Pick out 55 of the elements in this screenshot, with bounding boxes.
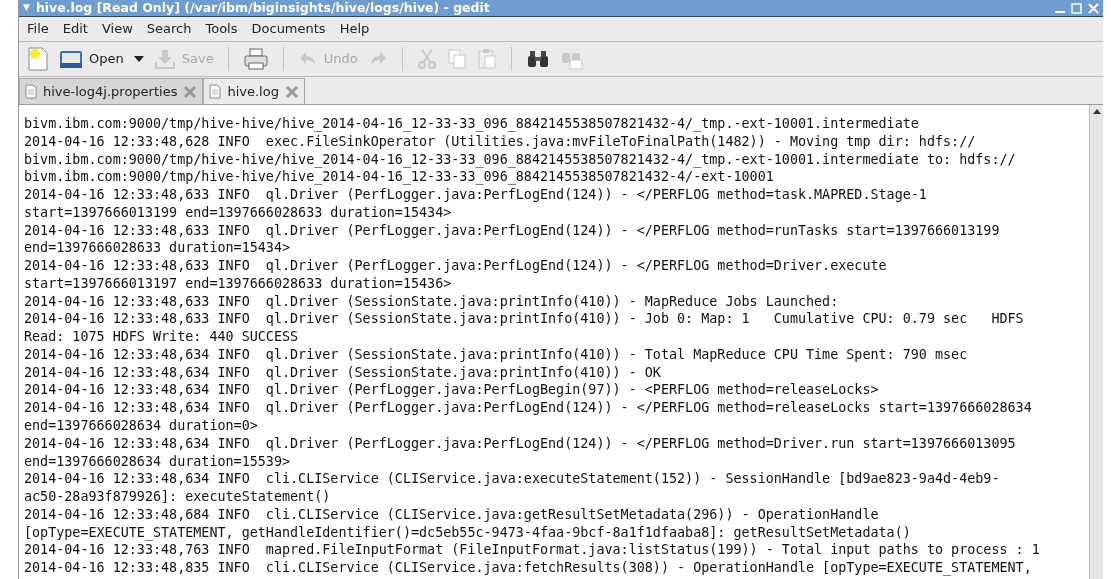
folder-icon xyxy=(59,48,83,70)
menu-item[interactable]: Edit xyxy=(62,19,88,39)
log-line: 2014-04-16 12:33:48,633 INFO ql.Driver (PerfLogger.java:PerfLogEnd(124)) - </PERFLOG method=task.MAPRED.Stage-1 xyxy=(24,186,927,204)
close-tab-icon[interactable] xyxy=(183,84,198,99)
log-line: 2014-04-16 12:33:48,628 INFO exec.FileSinkOperator (Utilities.java:mvFileToFinalPath(1482)) - Moving tmp dir: hdfs:// xyxy=(24,132,976,151)
menu-item[interactable]: File xyxy=(27,19,49,39)
scrollbar[interactable] xyxy=(1089,105,1103,579)
log-line: end=1397666028633 duration=15434> xyxy=(24,239,291,258)
open-button[interactable]: Open xyxy=(57,45,126,73)
log-line: 2014-04-16 12:33:48,633 INFO ql.Driver (PerfLogger.java:PerfLogEnd(124)) - </PERFLOG method=runTasks start=1397666013199 xyxy=(24,221,1000,240)
menu-item[interactable]: View xyxy=(101,19,133,39)
log-line: bivm.ibm.com:9000/tmp/hive-hive/hive_2014-04-16_12-33-33_096_8842145538507821432-4/_tmp.-ext-10001.intermediate xyxy=(24,115,919,133)
close-icon[interactable] xyxy=(1088,2,1099,14)
printer-icon xyxy=(242,47,269,71)
log-line: 2014-04-16 12:33:48,684 INFO cli.CLIService (CLIService.java:getResultSetMetadata(296)) - OperationHandle xyxy=(24,505,879,524)
scissors-icon xyxy=(416,48,437,70)
clipboard-icon xyxy=(476,48,497,70)
log-line: end=1397666028634 duration=0> xyxy=(24,417,258,435)
menu-item[interactable]: Tools xyxy=(205,19,238,39)
log-line: 2014-04-16 12:33:48,835 INFO cli.CLIService (CLIService.java:fetchResults(308)) - OperationHandle [opType=EXECUTE_STATEMENT, xyxy=(24,559,1032,577)
menu-item[interactable]: Documents xyxy=(251,19,326,39)
log-line: bivm.ibm.com:9000/tmp/hive-hive/hive_2014-04-16_12-33-33_096_8842145538507821432-4/_tmp.-ext-10001.intermediate to: hdfs:// xyxy=(24,150,1016,169)
log-line: 2014-04-16 12:33:48,633 INFO ql.Driver (SessionState.java:printInfo(410)) - Job 0: Map: 1 Cumulative CPU: 0.79 sec HDFS xyxy=(24,310,1024,329)
log-line: 2014-04-16 12:33:48,634 INFO ql.Driver (PerfLogger.java:PerfLogEnd(124)) - </PERFLOG method=Driver.run start=1397666013095 xyxy=(24,434,1016,453)
document-icon xyxy=(25,84,37,99)
binoculars-icon xyxy=(525,49,550,69)
download-tray-icon xyxy=(153,48,176,70)
log-line: Read: 1075 HDFS Write: 440 SUCCESS xyxy=(24,328,299,346)
new-button[interactable] xyxy=(25,45,51,73)
log-line: 2014-04-16 12:33:48,634 INFO ql.Driver (SessionState.java:printInfo(410)) - OK xyxy=(24,363,661,382)
log-line: start=1397666013197 end=1397666028633 duration=15436> xyxy=(24,274,452,293)
log-line: start=1397666013199 end=1397666028633 duration=15434> xyxy=(24,203,452,222)
log-line: 2014-04-16 12:33:48,634 INFO ql.Driver (PerfLogger.java:PerfLogEnd(124)) - </PERFLOG method=releaseLocks start=1397666028634 xyxy=(24,399,1032,417)
document-tab[interactable]: hive-log4j.properties xyxy=(19,78,204,104)
document-tab[interactable]: hive.log xyxy=(203,78,305,104)
menu-item[interactable]: Search xyxy=(146,19,192,39)
log-line: 2014-04-16 12:33:48,634 INFO ql.Driver (SessionState.java:printInfo(410)) - Total MapReduce CPU Time Spent: 790 msec xyxy=(24,345,968,364)
log-line: 2014-04-16 12:33:48,763 INFO mapred.FileInputFormat (FileInputFormat.java:listStatus(199)) - Total input paths to process : 1 xyxy=(24,541,1040,560)
maximize-icon[interactable] xyxy=(1071,2,1082,14)
log-line: 2014-04-16 12:33:48,634 INFO cli.CLIService (CLIService.java:executeStatement(152)) - SessionHandle [bd9ae823-9a4d-4eb9- xyxy=(24,470,1000,489)
menu-item[interactable]: Help xyxy=(339,19,370,39)
caret-icon xyxy=(133,56,144,62)
log-line: [opType=EXECUTE_STATEMENT, getHandleIdentifier()=dc5eb55c-9473-4faa-9bcf-8a1f1dfaaba8]: getResultSetMetadata() xyxy=(24,523,911,542)
window-title: hive.log [Read Only] (/var/ibm/biginsights/hive/logs/hive) - gedit xyxy=(35,0,490,17)
log-line: bivm.ibm.com:9000/tmp/hive-hive/hive_2014-04-16_12-33-33_096_8842145538507821432-4/-ext-10001 xyxy=(24,168,774,187)
close-tab-icon[interactable] xyxy=(284,84,299,99)
log-line: 2014-04-16 12:33:48,633 INFO ql.Driver (PerfLogger.java:PerfLogEnd(124)) - </PERFLOG method=Driver.execute xyxy=(24,257,887,275)
log-line: 2014-04-16 12:33:48,633 INFO ql.Driver (SessionState.java:printInfo(410)) - MapReduce Jobs Launched: xyxy=(24,292,839,311)
log-line: 2014-04-16 12:33:48,634 INFO ql.Driver (PerfLogger.java:PerfLogBegin(97)) - <PERFLOG method=releaseLocks> xyxy=(24,381,879,400)
log-line: end=1397666028634 duration=15539> xyxy=(24,452,291,471)
log-line: ac50-28a93f879926]: executeStatement() xyxy=(24,488,331,506)
document-icon xyxy=(209,84,222,99)
new-document-icon xyxy=(27,46,49,72)
scroll-up-icon[interactable] xyxy=(1092,109,1101,114)
copy-icon xyxy=(446,48,467,70)
